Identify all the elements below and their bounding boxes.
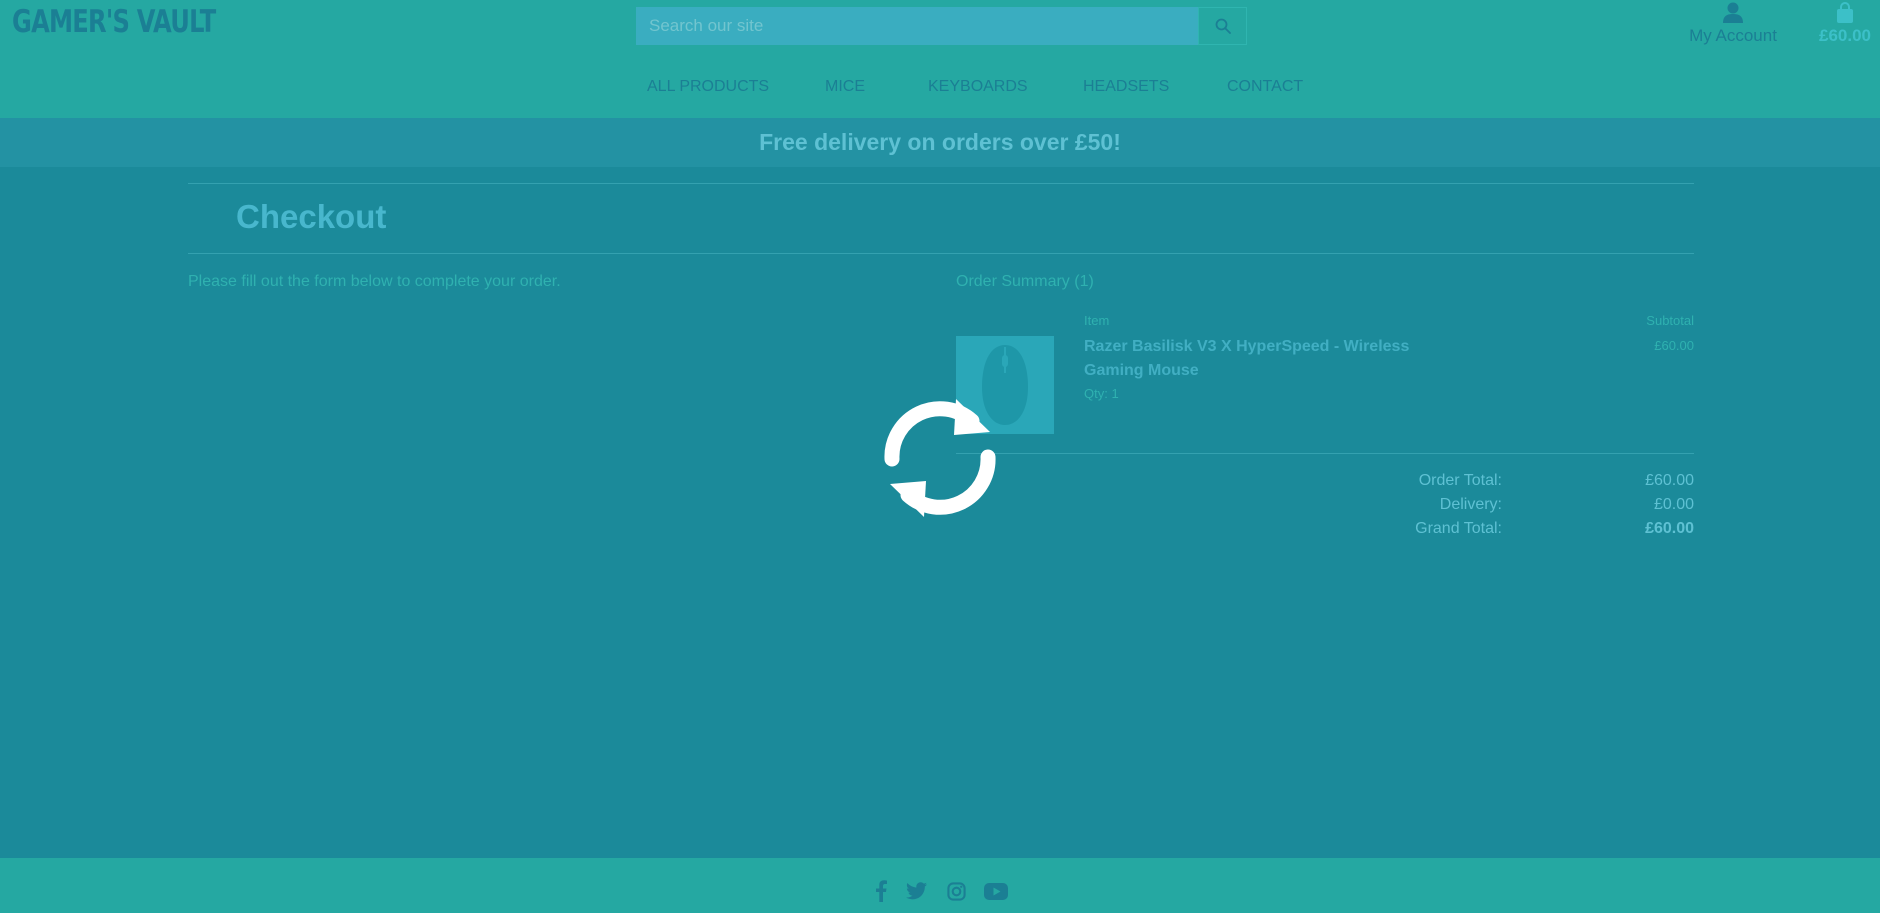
grand-total-label: Grand Total: <box>1415 520 1502 537</box>
nav-headsets[interactable]: HEADSETS <box>1083 78 1169 96</box>
youtube-icon <box>984 882 1008 900</box>
twitter-icon <box>905 882 927 900</box>
shopping-bag-link[interactable]: £60.00 <box>1810 2 1880 46</box>
my-account-link[interactable]: My Account <box>1686 2 1780 46</box>
search-bar <box>636 7 1247 45</box>
page-title: Checkout <box>236 198 387 235</box>
delivery-label: Delivery: <box>1439 496 1502 513</box>
column-header-item: Item <box>1084 313 1110 328</box>
column-header-subtotal: Subtotal <box>1646 313 1694 328</box>
twitter-link[interactable] <box>905 880 927 902</box>
loading-overlay <box>880 393 1000 523</box>
site-header: GAMER'S VAULT My Account £60.00 ALL PROD… <box>0 0 1880 118</box>
my-account-label: My Account <box>1689 26 1777 45</box>
delivery-value: £0.00 <box>1653 496 1694 513</box>
instagram-link[interactable] <box>945 880 967 902</box>
facebook-icon <box>876 880 887 902</box>
nav-all-products[interactable]: ALL PRODUCTS <box>647 78 769 96</box>
instagram-icon <box>946 881 966 901</box>
site-logo[interactable]: GAMER'S VAULT <box>12 4 216 40</box>
divider-top <box>188 183 1694 184</box>
nav-mice[interactable]: MICE <box>825 78 865 96</box>
order-summary-heading: Order Summary (1) <box>956 273 1094 290</box>
user-icon <box>1723 2 1743 23</box>
shopping-bag-icon <box>1837 2 1853 23</box>
loading-spinner-icon <box>884 399 996 517</box>
youtube-link[interactable] <box>984 880 1008 902</box>
order-total-label: Order Total: <box>1418 472 1502 489</box>
product-quantity: Qty: 1 <box>1084 386 1119 401</box>
main-nav: ALL PRODUCTS MICE KEYBOARDS HEADSETS CON… <box>0 78 1880 100</box>
search-icon <box>1215 18 1231 34</box>
delivery-banner: Free delivery on orders over £50! <box>0 118 1880 167</box>
nav-contact[interactable]: CONTACT <box>1227 78 1303 96</box>
nav-keyboards[interactable]: KEYBOARDS <box>928 78 1028 96</box>
search-input[interactable] <box>636 7 1198 45</box>
site-footer <box>0 858 1880 913</box>
search-button[interactable] <box>1198 7 1247 45</box>
bag-total: £60.00 <box>1819 26 1871 45</box>
grand-total-value: £60.00 <box>1645 520 1694 537</box>
divider-title <box>188 253 1694 254</box>
product-name[interactable]: Razer Basilisk V3 X HyperSpeed - Wireles… <box>1084 335 1414 383</box>
product-subtotal: £60.00 <box>1654 338 1694 353</box>
order-total-value: £60.00 <box>1645 472 1694 489</box>
facebook-link[interactable] <box>873 880 889 902</box>
checkout-intro: Please fill out the form below to comple… <box>188 273 561 290</box>
divider-summary <box>956 453 1694 454</box>
